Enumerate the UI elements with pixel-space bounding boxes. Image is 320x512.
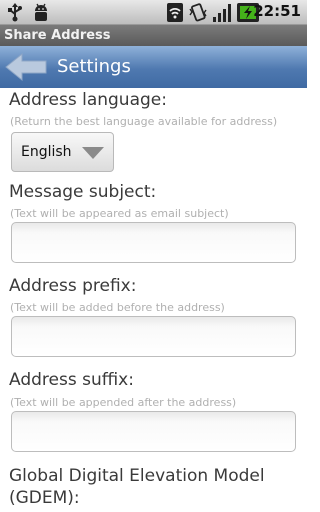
android-debug-icon xyxy=(35,3,47,21)
wifi-icon xyxy=(167,3,183,22)
gdem-label-line1: Global Digital Elevation Model xyxy=(9,466,265,486)
app-title-bar: Share Address xyxy=(0,25,307,46)
address-prefix-input[interactable] xyxy=(11,316,296,357)
status-bar: 22:51 xyxy=(0,0,307,25)
dropdown-arrow-icon xyxy=(82,147,104,159)
back-arrow-icon[interactable] xyxy=(4,52,48,82)
address-prefix-hint: (Text will be added before the address) xyxy=(10,301,225,314)
address-language-value: English xyxy=(21,144,72,160)
address-language-label: Address language: xyxy=(9,90,167,110)
address-prefix-label: Address prefix: xyxy=(9,276,137,296)
message-subject-label: Message subject: xyxy=(9,182,157,202)
message-subject-hint: (Text will be appeared as email subject) xyxy=(10,207,229,220)
usb-icon xyxy=(8,3,22,22)
address-suffix-label: Address suffix: xyxy=(9,370,134,390)
vibrate-icon xyxy=(189,3,207,22)
page-title: Settings xyxy=(57,56,131,77)
gdem-label-line2: (GDEM): xyxy=(9,488,80,508)
app-title: Share Address xyxy=(4,28,111,43)
clock: 22:51 xyxy=(253,2,301,20)
address-suffix-input[interactable] xyxy=(11,411,296,452)
address-language-dropdown[interactable]: English xyxy=(11,132,114,172)
message-subject-input[interactable] xyxy=(11,222,296,263)
settings-header: Settings xyxy=(0,46,307,88)
signal-icon xyxy=(213,4,231,22)
address-suffix-hint: (Text will be appended after the address… xyxy=(10,396,237,409)
address-language-hint: (Return the best language available for … xyxy=(10,115,278,128)
